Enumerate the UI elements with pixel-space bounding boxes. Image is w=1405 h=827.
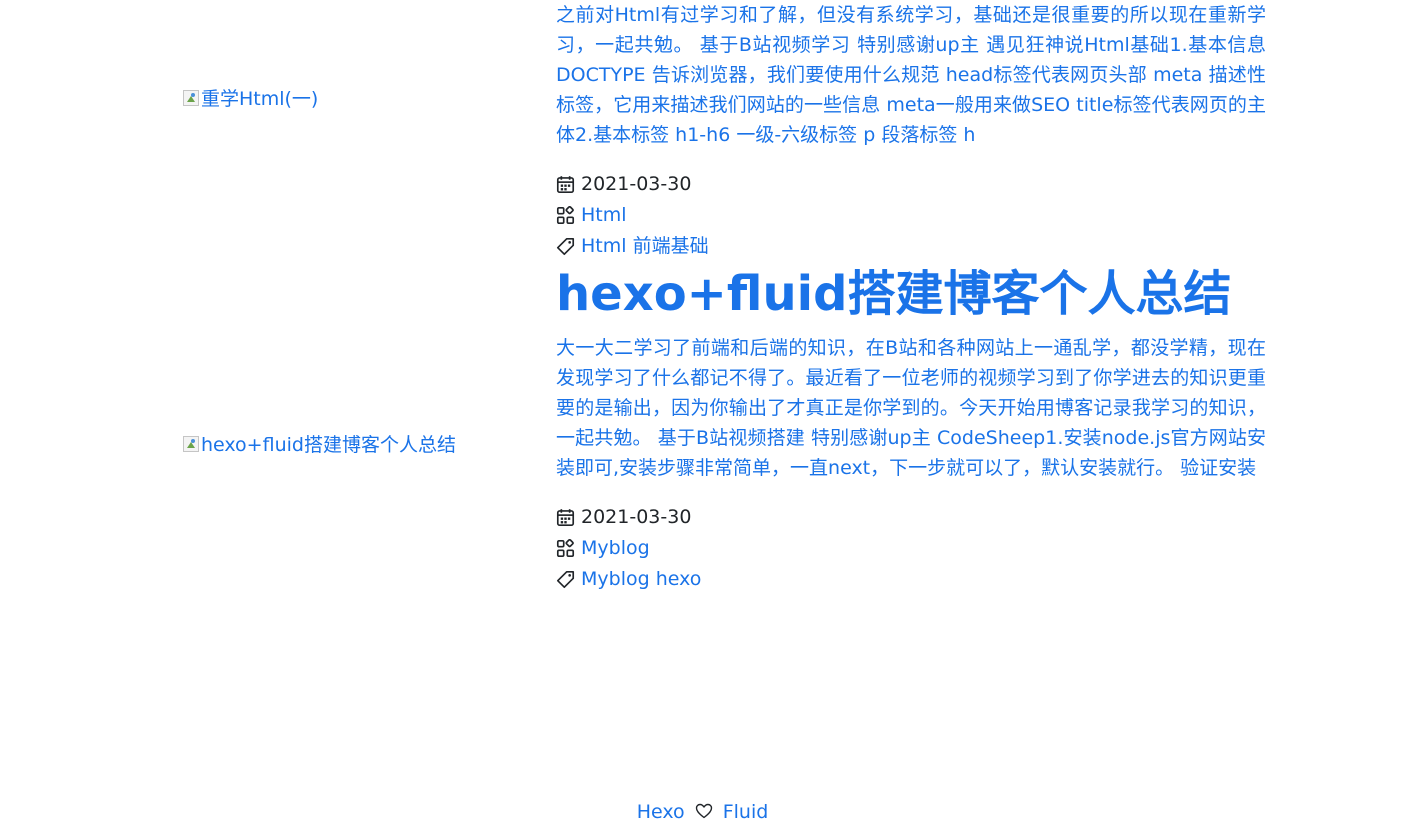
heart-icon xyxy=(695,799,713,827)
site-footer: Hexo Fluid xyxy=(0,798,1405,827)
post-tags-link[interactable]: Html 前端基础 xyxy=(581,231,709,262)
calendar-icon xyxy=(556,509,575,527)
post-date: 2021-03-30 xyxy=(581,506,692,528)
tag-icon xyxy=(556,237,575,256)
post-category-link[interactable]: Myblog xyxy=(581,533,650,564)
footer-fluid-link[interactable]: Fluid xyxy=(723,801,769,823)
post-title-link[interactable]: hexo+fluid搭建博客个人总结 xyxy=(556,264,1266,324)
post-meta: 2021-03-30 Myblog Myblog hexo xyxy=(556,502,1266,595)
post-excerpt: 之前对Html有过学习和了解，但没有系统学习，基础还是很重要的所以现在重新学习，… xyxy=(556,4,1266,146)
post-excerpt: 大一大二学习了前端和后端的知识，在B站和各种网站上一通乱学，都没学精，现在发现学… xyxy=(556,337,1266,479)
footer-hexo-link[interactable]: Hexo xyxy=(637,801,685,823)
post-category-row: Myblog xyxy=(556,533,1266,564)
tag-icon xyxy=(556,570,575,589)
post-excerpt-link[interactable]: 大一大二学习了前端和后端的知识，在B站和各种网站上一通乱学，都没学精，现在发现学… xyxy=(556,333,1266,483)
category-icon xyxy=(556,206,575,225)
post-date-row: 2021-03-30 xyxy=(556,169,1266,200)
post-category-link[interactable]: Html xyxy=(581,200,627,231)
post-thumbnail-alt: 重学Html(一) xyxy=(201,88,319,110)
post-thumbnail-link[interactable]: hexo+fluid搭建博客个人总结 xyxy=(183,430,456,457)
post-date: 2021-03-30 xyxy=(581,173,692,195)
post-tags-row: Myblog hexo xyxy=(556,564,1266,595)
post-thumbnail-alt: hexo+fluid搭建博客个人总结 xyxy=(201,434,456,456)
post-category-row: Html xyxy=(556,200,1266,231)
category-icon xyxy=(556,539,575,558)
post-date-row: 2021-03-30 xyxy=(556,502,1266,533)
post-thumbnail-link[interactable]: 重学Html(一) xyxy=(183,84,318,111)
post-meta: 2021-03-30 Html Html 前端基础 xyxy=(556,169,1266,262)
broken-image-icon xyxy=(183,89,199,106)
post-tags-row: Html 前端基础 xyxy=(556,231,1266,262)
broken-image-icon xyxy=(183,435,199,452)
post-tags-link[interactable]: Myblog hexo xyxy=(581,564,701,595)
calendar-icon xyxy=(556,176,575,194)
post-excerpt-link[interactable]: 之前对Html有过学习和了解，但没有系统学习，基础还是很重要的所以现在重新学习，… xyxy=(556,0,1266,150)
post-title: hexo+fluid搭建博客个人总结 xyxy=(556,266,1232,322)
